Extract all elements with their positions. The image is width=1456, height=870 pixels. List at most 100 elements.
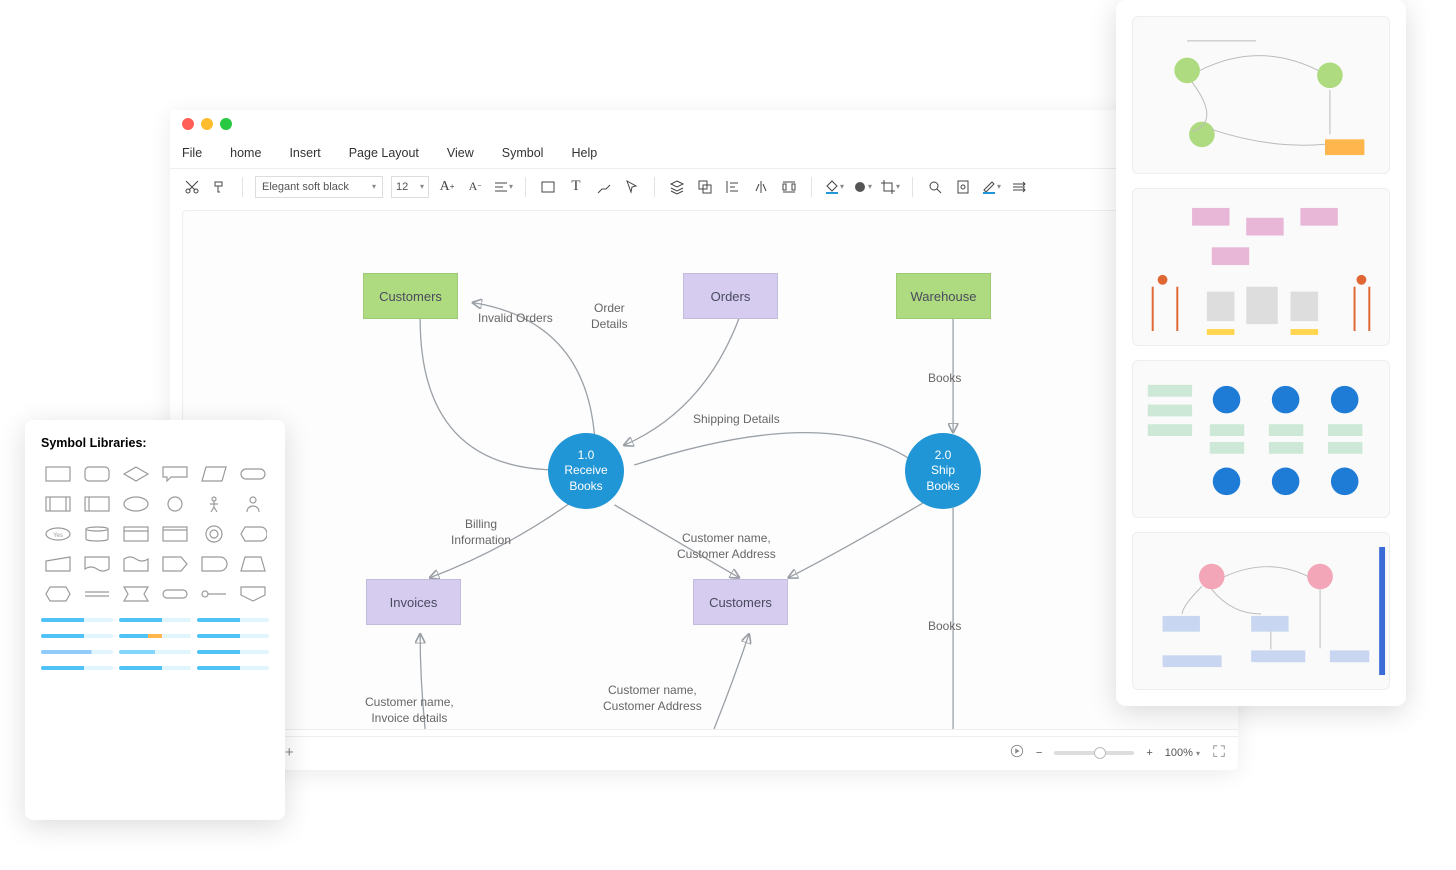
close-window-dot[interactable] — [182, 118, 194, 130]
page-settings-icon[interactable] — [953, 177, 973, 197]
template-thumb-3[interactable] — [1132, 360, 1390, 518]
more-options-icon[interactable] — [1009, 177, 1029, 197]
cut-icon[interactable] — [182, 177, 202, 197]
progress-sample[interactable] — [119, 650, 191, 654]
maximize-window-dot[interactable] — [220, 118, 232, 130]
zoom-slider[interactable] — [1054, 751, 1134, 755]
node-customers2[interactable]: Customers — [693, 579, 788, 625]
menu-page-layout[interactable]: Page Layout — [349, 146, 419, 160]
template-thumb-2[interactable] — [1132, 188, 1390, 346]
template-thumb-1[interactable] — [1132, 16, 1390, 174]
progress-sample[interactable] — [119, 634, 191, 638]
node-invoices[interactable]: Invoices — [366, 579, 461, 625]
shape-bullet[interactable] — [197, 552, 230, 576]
align-text-icon[interactable]: ▾ — [493, 177, 513, 197]
shape-trapezoid[interactable] — [236, 552, 269, 576]
progress-sample[interactable] — [41, 618, 113, 622]
shape-callout[interactable] — [158, 462, 191, 486]
toolbar: Elegant soft black ▾ 12 ▾ A+ A− ▾ T ▾ ▾ … — [170, 168, 1238, 204]
menu-help[interactable]: Help — [571, 146, 597, 160]
distribute-icon[interactable] — [779, 177, 799, 197]
shape-yes-pill[interactable]: Yes — [41, 522, 74, 546]
shape-side-rect[interactable] — [80, 492, 113, 516]
edge-label-invoice: Customer name, Invoice details — [365, 695, 454, 726]
shape-lens[interactable] — [197, 522, 230, 546]
shape-cylinder[interactable] — [80, 522, 113, 546]
search-icon[interactable] — [925, 177, 945, 197]
play-icon[interactable] — [1010, 744, 1024, 761]
increase-font-icon[interactable]: A+ — [437, 177, 457, 197]
progress-sample[interactable] — [41, 634, 113, 638]
shape-pill[interactable] — [236, 462, 269, 486]
add-page-icon[interactable]: + — [285, 744, 294, 761]
text-tool-icon[interactable]: T — [566, 177, 586, 197]
shape-wave-left[interactable] — [80, 552, 113, 576]
node-warehouse[interactable]: Warehouse — [896, 273, 991, 319]
shadow-icon[interactable]: ▾ — [852, 177, 872, 197]
shape-rect-icon[interactable] — [538, 177, 558, 197]
template-thumb-4[interactable] — [1132, 532, 1390, 690]
align-objects-icon[interactable] — [723, 177, 743, 197]
menu-home[interactable]: home — [230, 146, 261, 160]
node-process-ship[interactable]: 2.0 Ship Books — [905, 433, 981, 509]
menu-view[interactable]: View — [447, 146, 474, 160]
shape-card[interactable] — [158, 522, 191, 546]
zoom-in-icon[interactable]: + — [1146, 747, 1152, 759]
shape-user[interactable] — [236, 492, 269, 516]
progress-sample[interactable] — [41, 666, 113, 670]
group-icon[interactable] — [695, 177, 715, 197]
zoom-out-icon[interactable]: − — [1036, 747, 1042, 759]
shape-double-line[interactable] — [80, 582, 113, 606]
zoom-value[interactable]: 100% ▾ — [1165, 747, 1200, 759]
font-size-select[interactable]: 12 ▾ — [391, 176, 429, 198]
decrease-font-icon[interactable]: A− — [465, 177, 485, 197]
node-process-receive[interactable]: 1.0 Receive Books — [548, 433, 624, 509]
diagram-canvas[interactable]: Customers Orders Warehouse Invoices Cust… — [182, 210, 1238, 730]
progress-sample[interactable] — [197, 650, 269, 654]
shape-rect[interactable] — [41, 462, 74, 486]
shape-double-circle[interactable] — [119, 522, 152, 546]
shape-hexagon[interactable] — [41, 582, 74, 606]
shape-pentagon[interactable] — [119, 582, 152, 606]
symbol-libraries-panel: Symbol Libraries: Yes — [25, 420, 285, 820]
shape-ellipse[interactable] — [119, 492, 152, 516]
fill-color-icon[interactable]: ▾ — [824, 177, 844, 197]
shape-wave-right[interactable] — [119, 552, 152, 576]
fullscreen-icon[interactable] — [1212, 744, 1226, 761]
progress-sample[interactable] — [119, 666, 191, 670]
connector-icon[interactable] — [594, 177, 614, 197]
progress-sample[interactable] — [197, 666, 269, 670]
node-customers[interactable]: Customers — [363, 273, 458, 319]
format-painter-icon[interactable] — [210, 177, 230, 197]
menu-file[interactable]: File — [182, 146, 202, 160]
shape-parallelogram[interactable] — [197, 462, 230, 486]
shape-rounded-rect[interactable] — [80, 462, 113, 486]
flip-icon[interactable] — [751, 177, 771, 197]
shape-display[interactable] — [236, 522, 269, 546]
shape-shield[interactable] — [236, 582, 269, 606]
shape-circle[interactable] — [158, 492, 191, 516]
shape-tag[interactable] — [158, 552, 191, 576]
shape-diamond[interactable] — [119, 462, 152, 486]
layers-icon[interactable] — [667, 177, 687, 197]
pointer-icon[interactable] — [622, 177, 642, 197]
shape-dot-arrow[interactable] — [197, 582, 230, 606]
progress-sample[interactable] — [119, 618, 191, 622]
crop-icon[interactable]: ▾ — [880, 177, 900, 197]
progress-bars-row — [41, 618, 269, 622]
menu-symbol[interactable]: Symbol — [502, 146, 544, 160]
progress-sample[interactable] — [197, 618, 269, 622]
shape-actor[interactable] — [197, 492, 230, 516]
node-orders[interactable]: Orders — [683, 273, 778, 319]
shape-double-rect[interactable] — [41, 492, 74, 516]
shape-manual-input[interactable] — [41, 552, 74, 576]
line-color-icon[interactable]: ▾ — [981, 177, 1001, 197]
progress-sample[interactable] — [197, 634, 269, 638]
chevron-down-icon: ▾ — [420, 182, 424, 191]
zoom-thumb[interactable] — [1094, 747, 1106, 759]
shape-stadium[interactable] — [158, 582, 191, 606]
minimize-window-dot[interactable] — [201, 118, 213, 130]
menu-insert[interactable]: Insert — [289, 146, 320, 160]
font-select[interactable]: Elegant soft black ▾ — [255, 176, 383, 198]
progress-sample[interactable] — [41, 650, 113, 654]
